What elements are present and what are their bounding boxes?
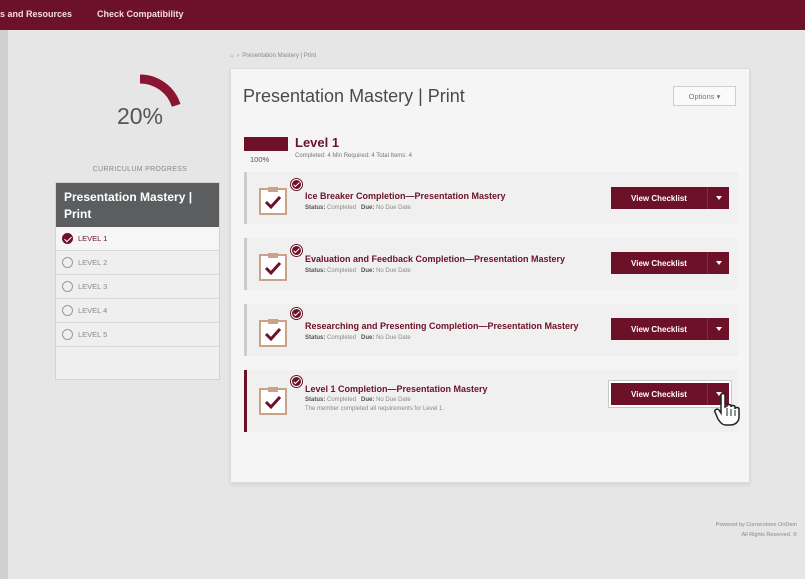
card-title[interactable]: Ice Breaker Completion—Presentation Mast… [305, 191, 615, 201]
status-value: Completed [327, 268, 357, 274]
options-dropdown-button[interactable]: Options ▾ [673, 86, 736, 106]
footer-line-2: All Rights Reserved. © [741, 532, 797, 538]
sidebar-item-level-3[interactable]: LEVEL 3 [56, 275, 219, 299]
chevron-down-icon[interactable] [707, 318, 729, 340]
clipboard-check-icon [259, 187, 287, 215]
page-title: Presentation Mastery | Print [243, 86, 465, 106]
completed-check-icon [291, 308, 302, 319]
sidebar-item-label: LEVEL 2 [78, 258, 108, 267]
level-progress-bar [244, 137, 288, 151]
completed-check-icon [291, 179, 302, 190]
footer-line-1: Powered by Cornerstone OnDem [715, 522, 797, 528]
empty-circle-icon [62, 305, 73, 316]
empty-circle-icon [62, 257, 73, 268]
sidebar-item-label: LEVEL 1 [78, 234, 108, 243]
sidebar-item-level-5[interactable]: LEVEL 5 [56, 323, 219, 347]
level-meta: Completed: 4 Min Required: 4 Total Items… [295, 153, 412, 159]
clipboard-check-icon [259, 253, 287, 281]
footer: Powered by Cornerstone OnDem All Rights … [716, 520, 797, 540]
due-value: No Due Date [376, 335, 411, 341]
sidebar-item-level-2[interactable]: LEVEL 2 [56, 251, 219, 275]
completed-check-icon [291, 376, 302, 387]
due-value: No Due Date [376, 268, 411, 274]
clipboard-check-icon [259, 319, 287, 347]
card-title[interactable]: Level 1 Completion—Presentation Mastery [305, 384, 605, 394]
due-value: No Due Date [376, 205, 411, 211]
nav-link-resources[interactable]: s and Resources [0, 9, 72, 19]
due-label: Due: [361, 205, 375, 211]
breadcrumb-current[interactable]: Presentation Mastery | Print [242, 53, 316, 59]
view-checklist-button[interactable]: View Checklist [611, 187, 729, 209]
sidebar-item-level-1[interactable]: LEVEL 1 [56, 227, 219, 251]
sidebar-item-label: LEVEL 3 [78, 282, 108, 291]
home-icon[interactable]: ⌂ [230, 53, 234, 59]
progress-percent: 20% [116, 103, 164, 129]
status-value: Completed [327, 335, 357, 341]
clipboard-check-icon [259, 387, 287, 415]
card-title[interactable]: Evaluation and Feedback Completion—Prese… [305, 254, 610, 264]
completed-check-icon [291, 245, 302, 256]
view-checklist-label: View Checklist [631, 193, 687, 203]
chevron-down-icon[interactable] [707, 252, 729, 274]
status-value: Completed [327, 397, 357, 403]
card-title[interactable]: Researching and Presenting Completion—Pr… [305, 321, 610, 331]
view-checklist-button[interactable]: View Checklist [609, 381, 731, 407]
level-percent: 100% [250, 155, 270, 164]
sidebar-title: Presentation Mastery | Print [56, 183, 219, 227]
empty-circle-icon [62, 281, 73, 292]
view-checklist-button[interactable]: View Checklist [611, 318, 729, 340]
status-label: Status: [305, 268, 326, 274]
sidebar: Presentation Mastery | Print LEVEL 1 LEV… [55, 182, 220, 380]
breadcrumb: ⌂ › Presentation Mastery | Print [230, 53, 317, 59]
due-value: No Due Date [376, 397, 411, 403]
due-label: Due: [361, 397, 375, 403]
empty-circle-icon [62, 329, 73, 340]
sidebar-item-label: LEVEL 5 [78, 330, 108, 339]
due-label: Due: [361, 335, 375, 341]
level-title: Level 1 [295, 135, 340, 150]
status-label: Status: [305, 397, 326, 403]
chevron-down-icon[interactable] [707, 187, 729, 209]
status-label: Status: [305, 335, 326, 341]
sidebar-item-level-4[interactable]: LEVEL 4 [56, 299, 219, 323]
view-checklist-label: View Checklist [631, 389, 687, 399]
view-checklist-button[interactable]: View Checklist [611, 252, 729, 274]
nav-link-check-compatibility[interactable]: Check Compatibility [97, 9, 184, 19]
sidebar-item-label: LEVEL 4 [78, 306, 108, 315]
progress-label: CURRICULUM PROGRESS [92, 166, 188, 173]
view-checklist-label: View Checklist [631, 324, 687, 334]
status-value: Completed [327, 205, 357, 211]
view-checklist-label: View Checklist [631, 258, 687, 268]
card-description: The member completed all requirements fo… [305, 406, 445, 412]
top-navigation-bar: s and Resources Check Compatibility [0, 0, 805, 30]
status-label: Status: [305, 205, 326, 211]
hand-cursor-icon [714, 392, 740, 426]
check-circle-icon [62, 233, 73, 244]
due-label: Due: [361, 268, 375, 274]
